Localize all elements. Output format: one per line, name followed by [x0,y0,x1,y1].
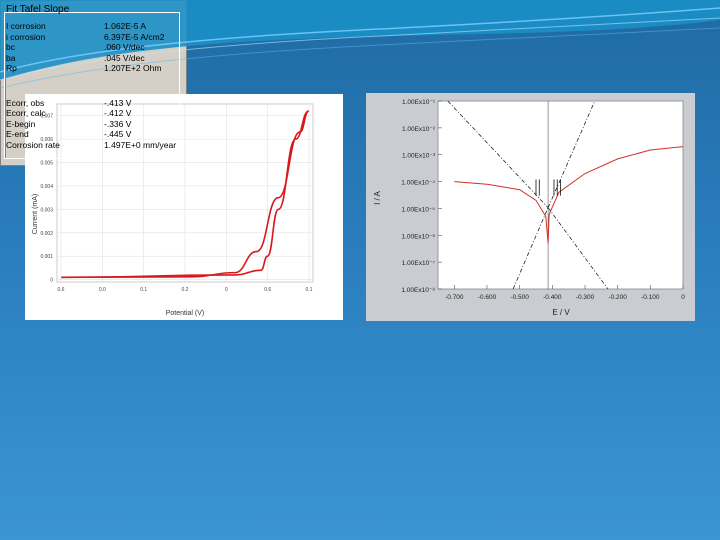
fit-row-label: Ecorr, obs [6,97,45,108]
fit-row: Rp 1.207E+2 Ohm [6,63,161,73]
fit-row-value: 1.497E+0 mm/year [104,139,177,150]
tafel-xlabel: E / V [552,308,570,317]
fit-row-value: 1.062E-5 A [104,21,147,31]
fit-title: Fit Tafel Slope [6,4,70,15]
fit-row-value: -.412 V [104,108,132,118]
tafel-xtick-label: -0.200 [608,294,627,301]
tafel-ytick-label: 1.00Ex10⁻⁷ [402,260,436,267]
fit-row-label: Ecorr, calc [6,108,46,118]
fit-row-value: .060 V/dec [104,42,145,52]
cv-ytick-label: 0.001 [40,254,53,260]
fit-row: Corrosion rate 1.497E+0 mm/year [6,139,176,150]
fit-row: bc .060 V/dec [6,42,145,52]
fit-row-label: E-end [6,129,29,139]
fit-row: I corrosion 1.062E-5 A [6,21,146,31]
tafel-xtick-label: -0.600 [478,294,497,301]
fit-row-value: -.336 V [104,118,132,129]
cv-xtick-label: 0.6 [264,287,271,293]
fit-row: ba .045 V/dec [6,52,145,63]
fit-row-label: Rp [6,63,17,73]
fit-row-value: -.445 V [104,129,132,139]
fit-row-label: Corrosion rate [6,139,60,150]
tafel-ytick-label: 1.00Ex10⁻⁸ [401,287,435,294]
cv-ylabel: Current (mA) [32,194,39,234]
cv-xtick-label: 0.1 [306,287,313,293]
cv-xtick-label: 0.0 [99,287,106,293]
tafel-ytick-label: 1.00Ex10⁻¹ [402,99,436,106]
fit-row-label: bc [6,42,15,52]
tafel-ytick-label: 1.00Ex10⁻⁶ [401,233,435,240]
cv-ytick-label: 0 [50,278,53,284]
tafel-xtick-label: -0.300 [576,294,595,301]
fit-row: E-begin -.336 V [6,118,131,129]
tafel-chart: 1.00Ex10⁻⁸ 1.00Ex10⁻⁷ 1.00Ex10⁻⁶ 1.00Ex10⁻⁵… [373,99,685,317]
cv-xtick-label: 0.2 [182,287,189,293]
tafel-ytick-label: 1.00Ex10⁻³ [402,153,436,160]
fit-row-value: .045 V/dec [104,52,145,63]
fit-tafel-panel: Fit Tafel Slope I corrosion 1.062E-5 Ai c… [0,0,187,166]
cv-xlabel: Potential (V) [166,310,205,317]
cv-ytick-label: 0.002 [40,231,53,237]
tafel-ytick-label: 1.00Ex10⁻⁴ [401,180,435,187]
tafel-xtick-label: -0.100 [641,294,660,301]
tafel-xtick-label: 0 [681,294,685,301]
cv-xtick-label: 0.6 [58,287,65,293]
tafel-chart-panel: 1.00Ex10⁻⁸ 1.00Ex10⁻⁷ 1.00Ex10⁻⁶ 1.00Ex10⁻⁵… [366,93,695,321]
fit-row-value: 1.207E+2 Ohm [104,63,162,73]
fit-row-label: I corrosion [6,21,46,31]
tafel-ytick-label: 1.00Ex10⁻⁵ [401,206,435,213]
tafel-xtick-label: -0.400 [543,294,562,301]
cv-xtick-label: 0 [225,287,228,293]
cv-ytick-label: 0.005 [40,161,53,167]
fit-row-value: -.413 V [104,97,132,108]
tafel-ylabel: I / A [373,190,382,204]
tafel-xtick-label: -0.700 [445,294,464,301]
cv-ytick-label: 0.003 [40,207,53,213]
fit-row: E-end -.445 V [6,129,131,139]
fit-row-label: ba [6,52,16,63]
tafel-xtick-label: -0.500 [510,294,529,301]
fit-row: i corrosion 6.397E-5 A/cm2 [6,31,164,42]
fit-row: Ecorr, calc -.412 V [6,108,131,118]
fit-row-label: E-begin [6,118,36,129]
cv-xtick-label: 0.1 [140,287,147,293]
tafel-ytick-label: 1.00Ex10⁻² [402,126,436,133]
fit-row: Ecorr, obs -.413 V [6,97,131,108]
cv-ytick-label: 0.004 [40,184,53,190]
fit-row-label: i corrosion [6,31,46,42]
fit-row-value: 6.397E-5 A/cm2 [104,31,165,42]
